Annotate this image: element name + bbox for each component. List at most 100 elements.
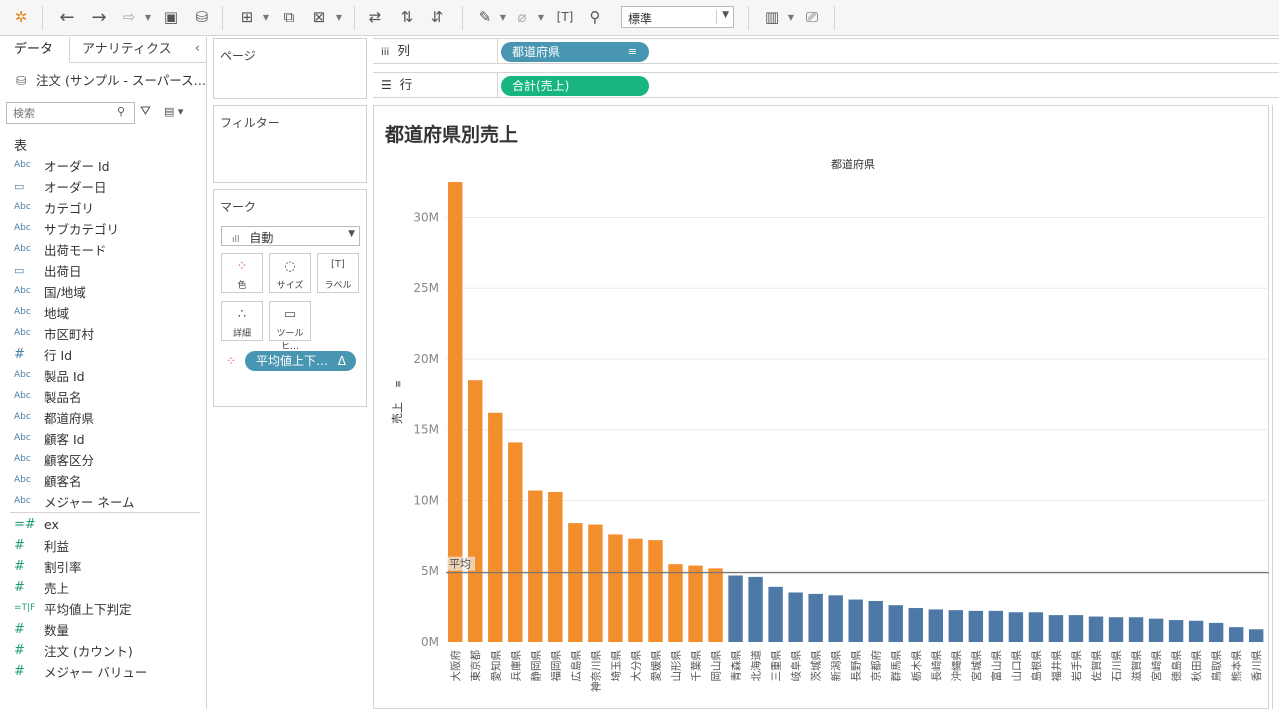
- rows-pill[interactable]: 合計(売上): [501, 76, 649, 96]
- columns-pill-label: 都道府県: [512, 45, 561, 59]
- bar: [668, 564, 683, 642]
- field-item[interactable]: Abc カテゴリ: [14, 197, 94, 217]
- search-input[interactable]: [6, 102, 135, 124]
- new-datasource-icon[interactable]: ⛁: [191, 5, 213, 29]
- redo-icon[interactable]: →: [88, 5, 110, 29]
- filter-icon[interactable]: ⛛: [140, 104, 151, 119]
- field-item[interactable]: Abc オーダー Id: [14, 155, 110, 175]
- mark-type-select[interactable]: ıll 自動 ▼: [221, 226, 360, 246]
- bar: [688, 565, 703, 642]
- number-type-icon: #: [14, 642, 25, 658]
- clear-sheet-dropdown-icon[interactable]: ▼: [334, 5, 344, 29]
- field-item[interactable]: # 行 Id: [14, 344, 72, 364]
- rows-shelf[interactable]: ☰ 行 合計(売上): [373, 72, 1279, 98]
- field-item[interactable]: Abc 地域: [14, 302, 69, 322]
- duplicate-sheet-icon[interactable]: ⧉: [278, 5, 300, 29]
- bar: [508, 442, 523, 642]
- presentation-icon[interactable]: ⎚: [800, 5, 824, 29]
- delta-icon: Δ: [337, 354, 346, 368]
- field-item[interactable]: # 数量: [14, 619, 69, 639]
- x-tick-label: 岐阜県: [790, 650, 803, 682]
- label-label: ラベル: [324, 281, 352, 291]
- undo-icon[interactable]: ←: [56, 5, 78, 29]
- swap-icon[interactable]: ⇄: [364, 5, 386, 29]
- field-item[interactable]: =# ex: [14, 514, 59, 534]
- tab-data[interactable]: データ: [0, 37, 70, 63]
- field-item[interactable]: Abc 顧客名: [14, 470, 82, 490]
- highlight-icon[interactable]: ✎: [474, 5, 496, 29]
- string-type-icon: Abc: [14, 244, 31, 254]
- tab-analytics[interactable]: アナリティクス: [82, 37, 172, 63]
- field-item[interactable]: # 売上: [14, 577, 69, 597]
- color-button[interactable]: ⁘ 色: [221, 253, 263, 293]
- group-icon[interactable]: ⌀: [512, 5, 532, 29]
- toolbar: ✲ ← → ⇨ ▼ ▣ ⛁ ⊞ ▼ ⧉ ⊠ ▼ ⇄ ⇅ ⇵ ✎ ▼ ⌀ ▼ [T…: [0, 0, 1279, 36]
- color-pill[interactable]: 平均値上下… Δ: [245, 351, 356, 371]
- clear-sheet-icon[interactable]: ⊠: [308, 5, 330, 29]
- field-item[interactable]: Abc 顧客区分: [14, 449, 94, 469]
- sort-ascending-icon[interactable]: ⇅: [396, 5, 418, 29]
- toolbar-divider: [748, 6, 749, 30]
- tooltip-button[interactable]: ▭ ツールヒ…: [269, 301, 311, 352]
- replay-icon[interactable]: ⇨: [118, 5, 140, 29]
- collapse-pane-icon[interactable]: ‹: [195, 41, 200, 56]
- columns-shelf[interactable]: iii 列 都道府県 ≡: [373, 38, 1279, 64]
- x-tick-label: 茨城県: [810, 650, 823, 682]
- bar: [768, 586, 783, 642]
- label-icon[interactable]: [T]: [554, 5, 576, 29]
- x-tick-label: 千葉県: [690, 650, 703, 682]
- filters-card[interactable]: フィルター: [213, 105, 367, 183]
- new-worksheet-icon[interactable]: ⊞: [236, 5, 258, 29]
- field-item[interactable]: Abc 製品名: [14, 386, 82, 406]
- highlight-dropdown-icon[interactable]: ▼: [498, 5, 508, 29]
- field-item[interactable]: # メジャー バリュー: [14, 661, 147, 681]
- pin-icon[interactable]: ⚲: [584, 5, 606, 29]
- field-item[interactable]: ▭ 出荷日: [14, 260, 82, 280]
- datasource-item[interactable]: ⛁ 注文 (サンプル - スーパース…: [16, 70, 206, 89]
- show-me-dropdown-icon[interactable]: ▼: [786, 5, 796, 29]
- size-button[interactable]: ◌ サイズ: [269, 253, 311, 293]
- search-icon[interactable]: ⚲: [117, 105, 125, 118]
- group-dropdown-icon[interactable]: ▼: [536, 5, 546, 29]
- view-options-icon[interactable]: ▤ ▾: [164, 105, 183, 118]
- field-item[interactable]: Abc 出荷モード: [14, 239, 107, 259]
- sort-descending-icon[interactable]: ⇵: [426, 5, 448, 29]
- field-item[interactable]: # 注文 (カウント): [14, 640, 133, 660]
- field-item[interactable]: =T|F 平均値上下判定: [14, 598, 132, 618]
- right-scroll-strip[interactable]: [1272, 105, 1279, 709]
- detail-button[interactable]: ∴ 詳細: [221, 301, 263, 341]
- save-icon[interactable]: ▣: [160, 5, 182, 29]
- data-pane-tabs: データ アナリティクス ‹: [0, 37, 206, 63]
- fit-select[interactable]: 標準 ▼: [621, 6, 734, 28]
- field-item[interactable]: # 割引率: [14, 556, 82, 576]
- bar: [848, 599, 863, 642]
- field-item[interactable]: Abc 都道府県: [14, 407, 94, 427]
- field-item[interactable]: Abc 市区町村: [14, 323, 94, 343]
- field-name: 顧客名: [44, 473, 82, 489]
- toolbar-divider: [42, 6, 43, 30]
- x-tick-label: 京都府: [870, 650, 883, 682]
- x-tick-label: 島根県: [1030, 650, 1043, 682]
- string-type-icon: Abc: [14, 223, 31, 233]
- x-tick-label: 埼玉県: [609, 650, 622, 682]
- x-tick-label: 東京都: [469, 650, 482, 682]
- pages-card[interactable]: ページ: [213, 38, 367, 99]
- new-worksheet-dropdown-icon[interactable]: ▼: [261, 5, 271, 29]
- bar: [1128, 617, 1144, 642]
- replay-dropdown-icon[interactable]: ▼: [143, 5, 153, 29]
- field-item[interactable]: Abc メジャー ネーム: [14, 491, 134, 511]
- bar: [1048, 615, 1064, 642]
- field-item[interactable]: Abc サブカテゴリ: [14, 218, 119, 238]
- label-button[interactable]: [T] ラベル: [317, 253, 359, 293]
- columns-pill[interactable]: 都道府県 ≡: [501, 42, 649, 62]
- field-item[interactable]: ▭ オーダー日: [14, 176, 107, 196]
- string-type-icon: Abc: [14, 307, 31, 317]
- y-tick-label: 30M: [413, 210, 439, 224]
- field-item[interactable]: Abc 顧客 Id: [14, 428, 85, 448]
- string-type-icon: Abc: [14, 286, 31, 296]
- field-item[interactable]: Abc 製品 Id: [14, 365, 85, 385]
- tableau-logo-icon[interactable]: ✲: [10, 5, 32, 29]
- field-item[interactable]: Abc 国/地域: [14, 281, 86, 301]
- field-item[interactable]: # 利益: [14, 535, 69, 555]
- show-me-icon[interactable]: ▥: [760, 5, 784, 29]
